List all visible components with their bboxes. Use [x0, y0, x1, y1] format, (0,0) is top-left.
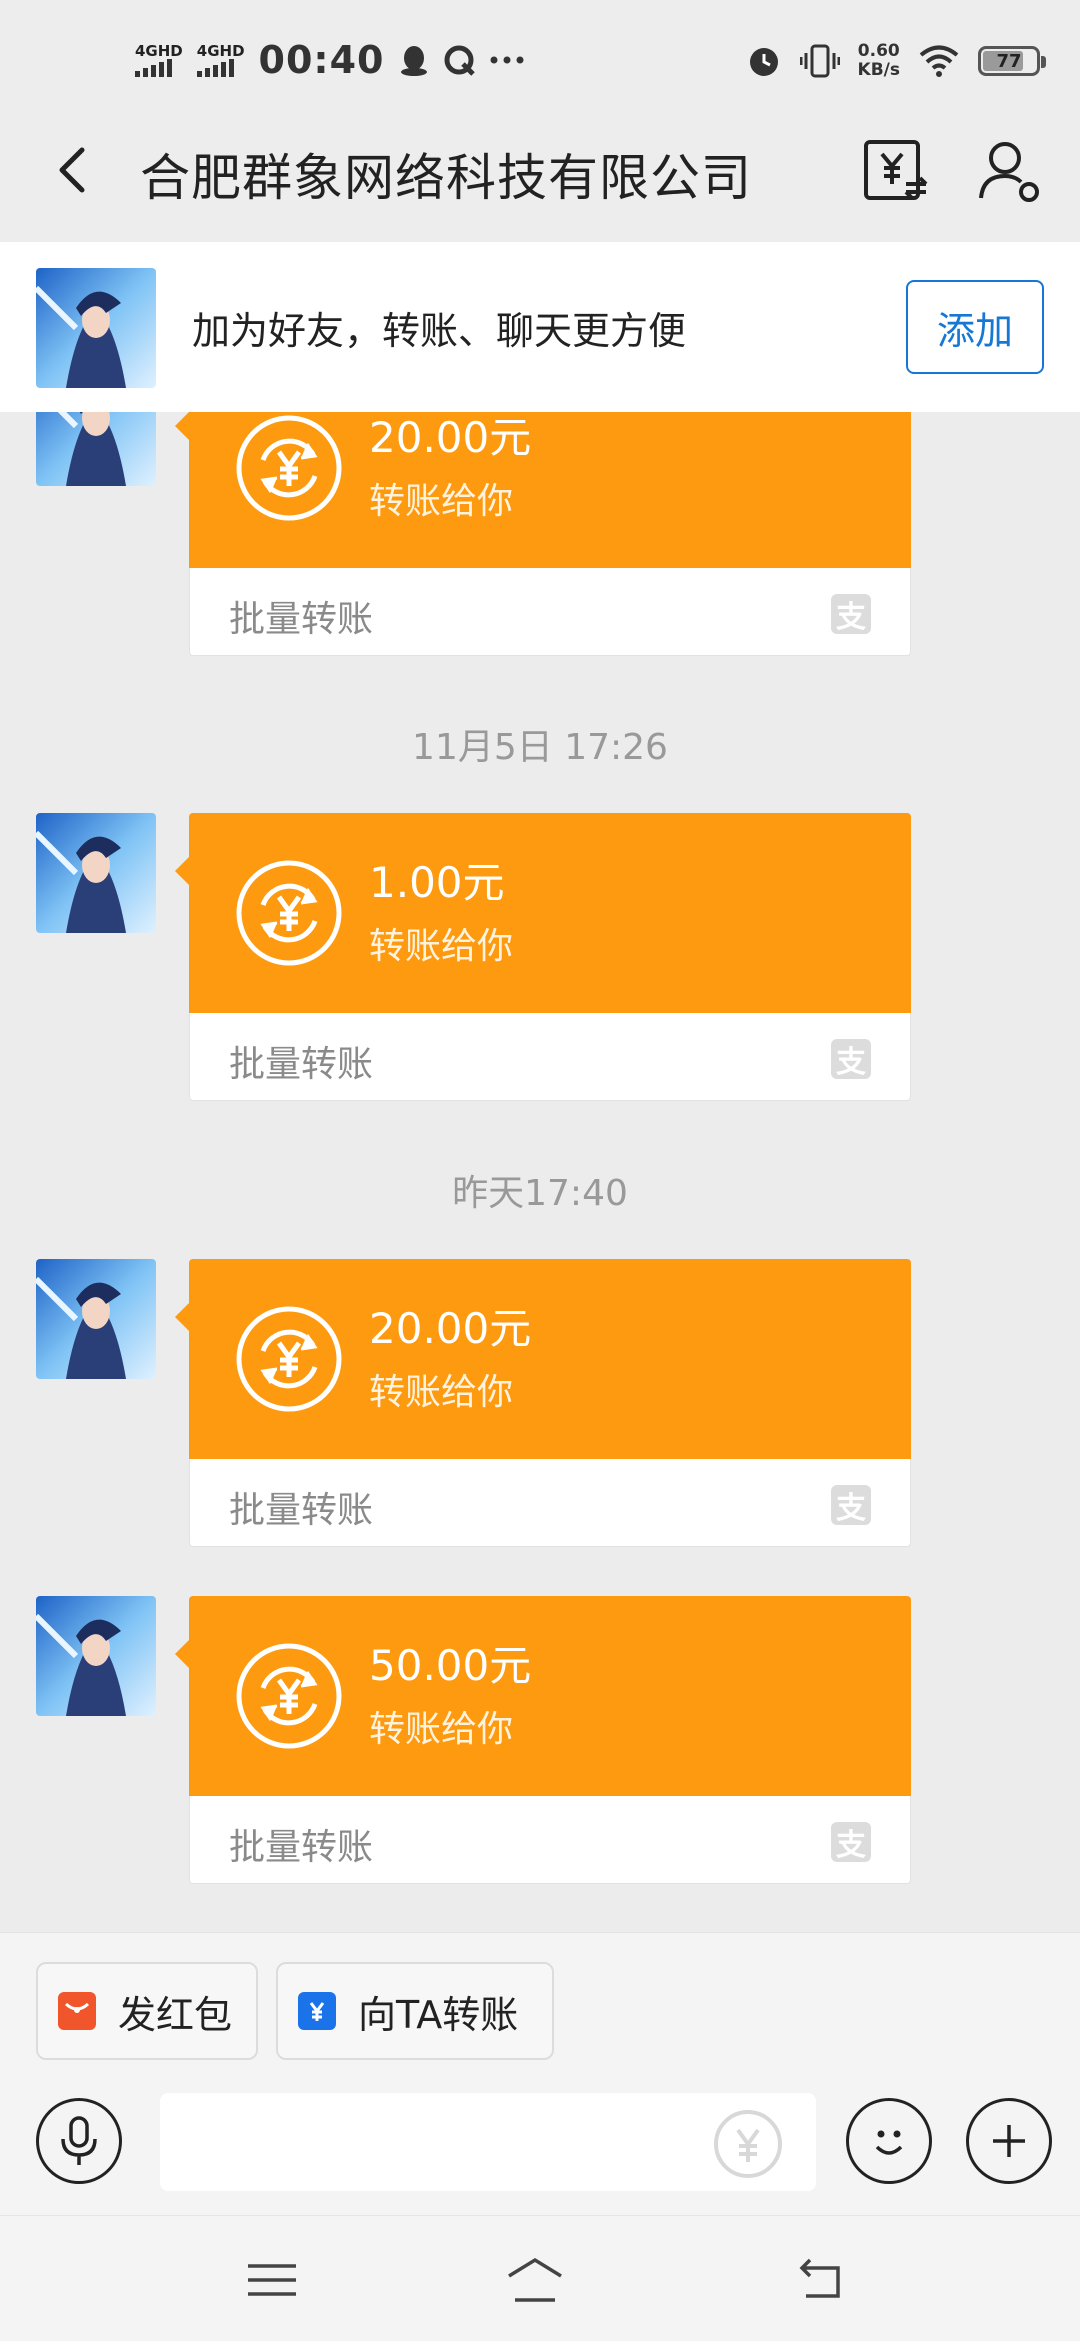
menu-icon[interactable] [242, 2250, 302, 2310]
chat-timestamp: 昨天17:40 [452, 1173, 628, 1214]
batch-transfer-label: 批量转账 [229, 1490, 374, 1531]
transfer-to-them-button[interactable]: 向TA转账 [276, 1962, 554, 2060]
transfer-subtitle: 转账给你 [369, 1709, 514, 1750]
chat-timestamp: 11月5日 17:26 [412, 727, 668, 768]
browser-icon [444, 45, 475, 76]
back-arrow-icon[interactable] [44, 140, 104, 200]
avatar[interactable] [36, 1259, 156, 1379]
alipay-icon: 支 [831, 1485, 871, 1526]
batch-transfer-label: 批量转账 [229, 1044, 374, 1085]
transfer-amount: 1.00元 [369, 858, 505, 907]
status-time: 00:40 [258, 38, 385, 82]
more-options-button[interactable] [966, 2098, 1052, 2184]
alipay-icon: 支 [831, 1039, 871, 1080]
avatar[interactable] [36, 1596, 156, 1716]
alipay-icon: 支 [831, 594, 871, 635]
transfer-yen-icon [236, 860, 342, 966]
transfer-card[interactable]: 1.00元 转账给你 批量转账 支 [175, 813, 911, 1103]
back-nav-icon[interactable] [792, 2250, 852, 2310]
battery-icon: 77 [978, 46, 1046, 76]
transfer-subtitle: 转账给你 [369, 926, 514, 967]
transfer-yen-icon [236, 1306, 342, 1412]
user-settings-icon[interactable] [975, 136, 1045, 206]
batch-transfer-label: 批量转账 [229, 1827, 374, 1868]
transfer-amount: 20.00元 [369, 413, 532, 462]
transfer-shortcut-icon[interactable] [712, 2108, 784, 2180]
qq-icon [400, 46, 427, 76]
transfer-yen-icon [236, 415, 342, 521]
transfer-card[interactable]: 50.00元 转账给你 批量转账 支 [175, 1596, 911, 1886]
batch-transfer-label: 批量转账 [229, 599, 374, 640]
add-friend-button[interactable]: 添加 [906, 280, 1044, 374]
signal-icon: 4GHD [135, 43, 183, 77]
signal-icon-2: 4GHD [196, 43, 245, 77]
transfer-amount: 20.00元 [369, 1304, 532, 1353]
status-left: 4GHD 4GHD 00:40 [135, 34, 525, 86]
avatar[interactable] [36, 813, 156, 933]
voice-button[interactable] [36, 2098, 122, 2184]
emoji-icon [875, 2130, 903, 2155]
banner-text: 加为好友，转账、聊天更方便 [192, 309, 687, 353]
red-packet-button[interactable]: 发红包 [36, 1962, 258, 2060]
emoji-button[interactable] [846, 2098, 932, 2184]
plus-icon [993, 2125, 1025, 2157]
wifi-icon [919, 45, 959, 77]
transfer-yen-icon [236, 1643, 342, 1749]
vibrate-icon [799, 44, 840, 78]
home-icon[interactable] [505, 2250, 565, 2310]
transfer-subtitle: 转账给你 [369, 481, 514, 522]
transfer-card[interactable]: 20.00元 转账给你 批量转账 支 [175, 1259, 911, 1549]
bill-icon[interactable] [860, 136, 930, 206]
transfer-icon [298, 1992, 336, 2030]
alarm-icon [749, 48, 778, 76]
microphone-icon [61, 2116, 97, 2165]
avatar[interactable] [36, 268, 156, 388]
net-speed: 0.60 KB/s [857, 41, 900, 80]
red-packet-icon [58, 1992, 96, 2030]
transfer-amount: 50.00元 [369, 1641, 532, 1690]
transfer-subtitle: 转账给你 [369, 1372, 514, 1413]
more-icon [490, 56, 523, 64]
alipay-icon: 支 [831, 1822, 871, 1863]
status-right: 0.60 KB/s 77 [746, 36, 1046, 86]
page-title: 合肥群象网络科技有限公司 [140, 149, 752, 207]
